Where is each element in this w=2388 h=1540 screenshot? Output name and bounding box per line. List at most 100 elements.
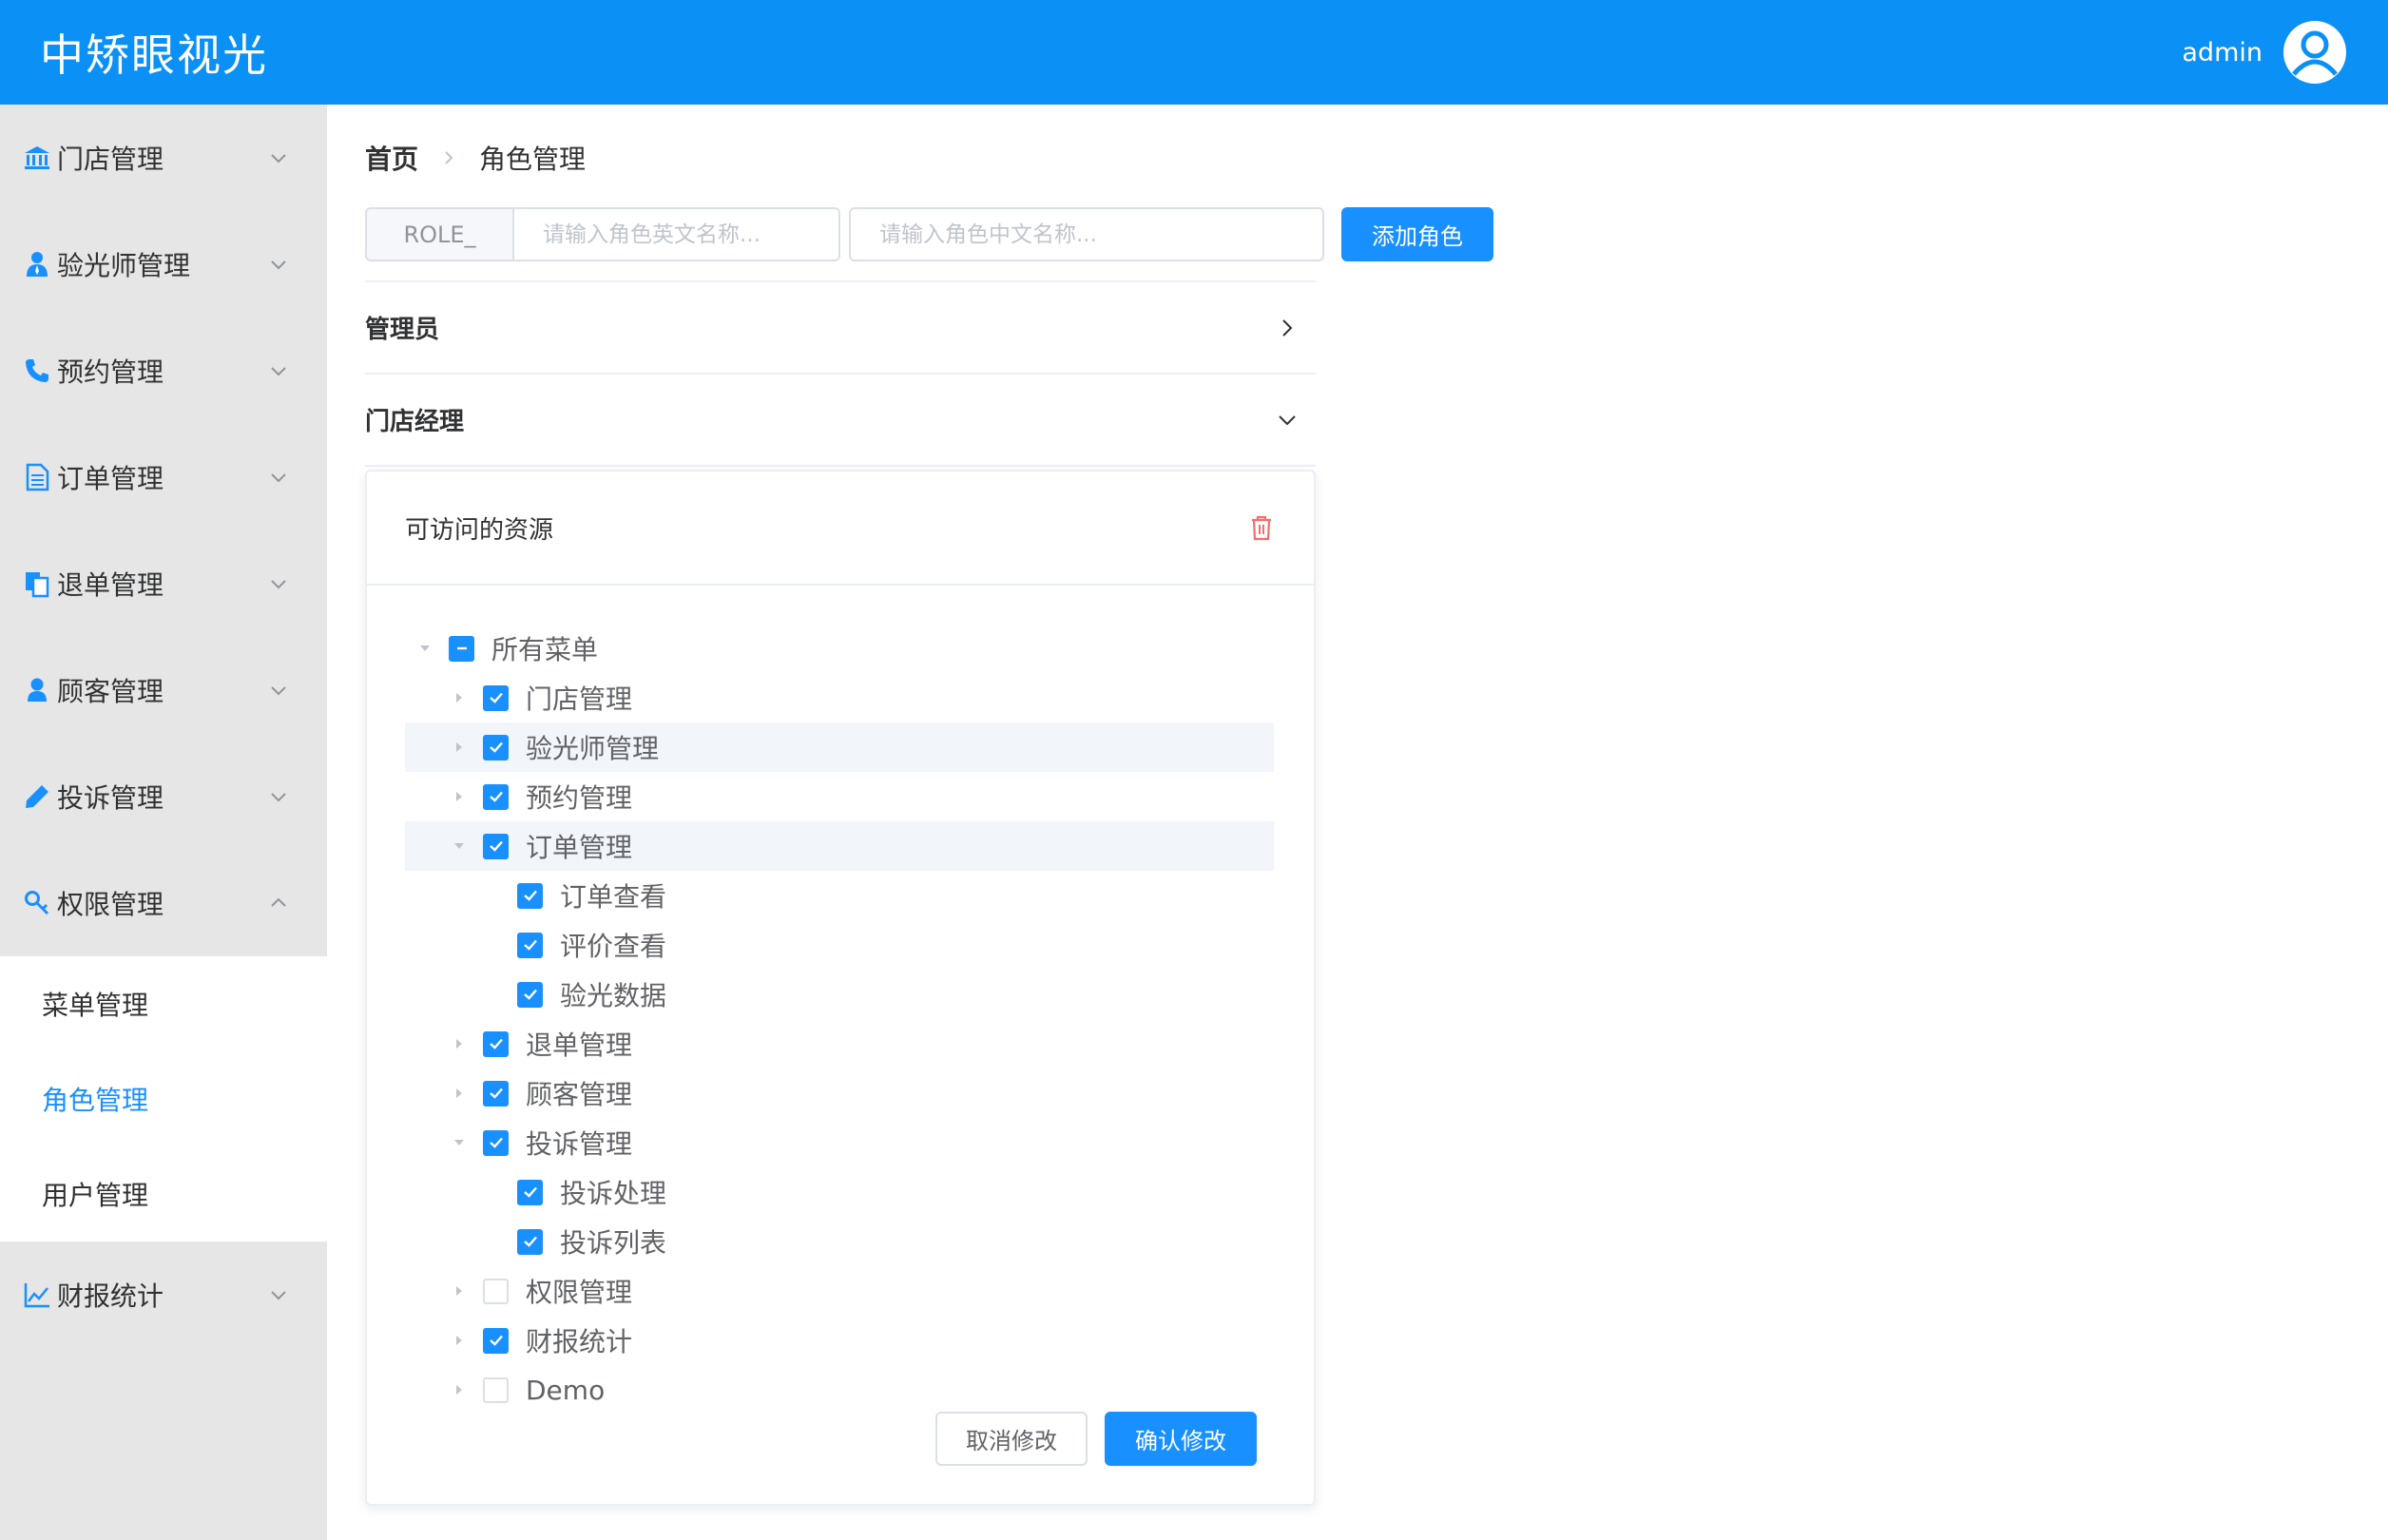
caret-right-icon[interactable] xyxy=(449,786,470,807)
sidebar-item-label: 验光师管理 xyxy=(57,250,191,281)
role-english-name-input[interactable] xyxy=(512,207,840,261)
check-icon xyxy=(523,939,537,951)
checkbox-checked[interactable] xyxy=(483,1327,509,1354)
checkbox-checked[interactable] xyxy=(517,1228,543,1255)
sidebar-item-complaint[interactable]: 投诉管理 xyxy=(0,743,327,850)
tree-node[interactable]: 投诉管理 xyxy=(405,1118,1274,1167)
permission-submenu: 菜单管理 角色管理 用户管理 xyxy=(0,956,327,1242)
resources-card: 可访问的资源 所有菜单 门店管理 验光师管理预约管理订单管理订单查看评价查看 验光数据… xyxy=(365,470,1316,1506)
sidebar-item-store[interactable]: 门店管理 xyxy=(0,105,327,211)
tree-node[interactable]: Demo xyxy=(405,1365,1274,1415)
check-icon xyxy=(523,989,537,1000)
caret-down-icon[interactable] xyxy=(414,638,435,659)
role-item-admin[interactable]: 管理员 xyxy=(365,282,1316,375)
line-chart-icon xyxy=(21,1279,53,1311)
checkbox-checked[interactable] xyxy=(483,1129,509,1156)
sidebar-item-permission[interactable]: 权限管理 xyxy=(0,850,327,956)
caret-right-icon[interactable] xyxy=(449,1379,470,1400)
checkbox-checked[interactable] xyxy=(483,783,509,810)
main-content: 首页 角色管理 ROLE_ 添加角色 管理员 门店经理 可访问的资源 xyxy=(365,105,2361,1540)
tree-node[interactable]: 权限管理 xyxy=(405,1266,1274,1316)
confirm-edit-button[interactable]: 确认修改 xyxy=(1105,1412,1257,1466)
tree-node[interactable]: 验光数据 xyxy=(405,970,1274,1019)
caret-right-icon[interactable] xyxy=(449,1083,470,1104)
check-icon xyxy=(523,890,537,901)
tree-node[interactable]: 评价查看 xyxy=(405,920,1274,970)
tree-node-label: 投诉处理 xyxy=(560,1178,667,1209)
tree-node[interactable]: 预约管理 xyxy=(405,772,1274,821)
sidebar-item-order[interactable]: 订单管理 xyxy=(0,424,327,530)
chevron-down-icon xyxy=(271,367,286,376)
copy-doc-icon xyxy=(21,568,53,600)
tree-node[interactable]: 投诉列表 xyxy=(405,1217,1274,1266)
checkbox-checked[interactable] xyxy=(483,833,509,859)
sidebar-item-optometrist[interactable]: 验光师管理 xyxy=(0,211,327,318)
sidebar-item-user-management[interactable]: 用户管理 xyxy=(0,1146,327,1242)
checkbox-checked[interactable] xyxy=(483,734,509,760)
breadcrumb-home[interactable]: 首页 xyxy=(365,139,418,177)
check-icon xyxy=(523,1186,537,1198)
tree-node[interactable]: 退单管理 xyxy=(405,1019,1274,1068)
user-circle-icon[interactable] xyxy=(2282,19,2348,86)
add-role-button[interactable]: 添加角色 xyxy=(1341,207,1493,261)
check-icon xyxy=(489,1038,503,1049)
resources-card-header: 可访问的资源 xyxy=(367,472,1314,586)
sidebar-item-refund[interactable]: 退单管理 xyxy=(0,530,327,637)
role-chinese-name-input[interactable] xyxy=(849,207,1324,261)
checkbox-checked[interactable] xyxy=(483,1030,509,1057)
role-item-store-manager[interactable]: 门店经理 xyxy=(365,375,1316,467)
sidebar-item-label: 顾客管理 xyxy=(57,676,164,707)
caret-right-icon[interactable] xyxy=(449,687,470,708)
tree-node[interactable]: 门店管理 xyxy=(405,673,1274,722)
caret-right-icon[interactable] xyxy=(449,737,470,758)
check-icon xyxy=(489,692,503,703)
role-toolbar: ROLE_ 添加角色 xyxy=(365,207,1493,261)
username[interactable]: admin xyxy=(2182,38,2263,67)
checkbox-unchecked[interactable] xyxy=(483,1376,509,1403)
checkbox-checked[interactable] xyxy=(517,981,543,1008)
sidebar-item-appointment[interactable]: 预约管理 xyxy=(0,318,327,424)
tree-node[interactable]: 订单查看 xyxy=(405,871,1274,920)
sidebar-item-label: 权限管理 xyxy=(57,889,164,920)
sidebar-item-role-management[interactable]: 角色管理 xyxy=(0,1051,327,1146)
caret-right-icon[interactable] xyxy=(449,1280,470,1301)
tree-node[interactable]: 财报统计 xyxy=(405,1316,1274,1365)
checkbox-checked[interactable] xyxy=(483,684,509,711)
tree-node[interactable]: 验光师管理 xyxy=(405,722,1274,772)
tree-node-label: 预约管理 xyxy=(526,782,633,814)
sidebar-item-menu-management[interactable]: 菜单管理 xyxy=(0,956,327,1051)
app-title: 中矫眼视光 xyxy=(40,29,268,81)
tree-node[interactable]: 订单管理 xyxy=(405,821,1274,871)
tree-node-label: 退单管理 xyxy=(526,1030,633,1061)
checkbox-unchecked[interactable] xyxy=(483,1278,509,1304)
caret-down-icon[interactable] xyxy=(449,836,470,857)
tree-node-label: Demo xyxy=(526,1374,606,1406)
caret-down-icon[interactable] xyxy=(449,1132,470,1153)
checkbox-checked[interactable] xyxy=(517,882,543,909)
trash-icon[interactable] xyxy=(1247,513,1276,542)
tree-node-label: 投诉列表 xyxy=(560,1227,667,1259)
check-icon xyxy=(489,840,503,852)
cancel-edit-button[interactable]: 取消修改 xyxy=(935,1412,1088,1466)
checkbox-checked[interactable] xyxy=(517,1179,543,1205)
document-icon xyxy=(21,461,53,493)
checkbox-checked[interactable] xyxy=(483,1080,509,1107)
user-area[interactable]: admin xyxy=(2182,19,2348,86)
caret-right-icon[interactable] xyxy=(449,1033,470,1054)
sidebar-item-customer[interactable]: 顾客管理 xyxy=(0,637,327,743)
chevron-down-icon xyxy=(271,473,286,483)
person-tie-icon xyxy=(21,248,53,280)
tree-node-label: 订单查看 xyxy=(560,881,667,913)
tree-node-label: 订单管理 xyxy=(526,832,633,863)
sidebar-item-label: 财报统计 xyxy=(57,1280,164,1312)
breadcrumb-current: 角色管理 xyxy=(479,144,587,175)
checkbox-indeterminate[interactable] xyxy=(449,635,474,662)
chevron-down-icon xyxy=(1279,414,1296,425)
sidebar-item-finance[interactable]: 财报统计 xyxy=(0,1242,327,1348)
tree-node[interactable]: 投诉处理 xyxy=(405,1167,1274,1217)
caret-right-icon[interactable] xyxy=(449,1330,470,1351)
checkbox-checked[interactable] xyxy=(517,932,543,958)
tree-node[interactable]: 顾客管理 xyxy=(405,1068,1274,1118)
sidebar-item-label: 订单管理 xyxy=(57,463,164,494)
tree-node[interactable]: 所有菜单 xyxy=(405,624,1274,673)
